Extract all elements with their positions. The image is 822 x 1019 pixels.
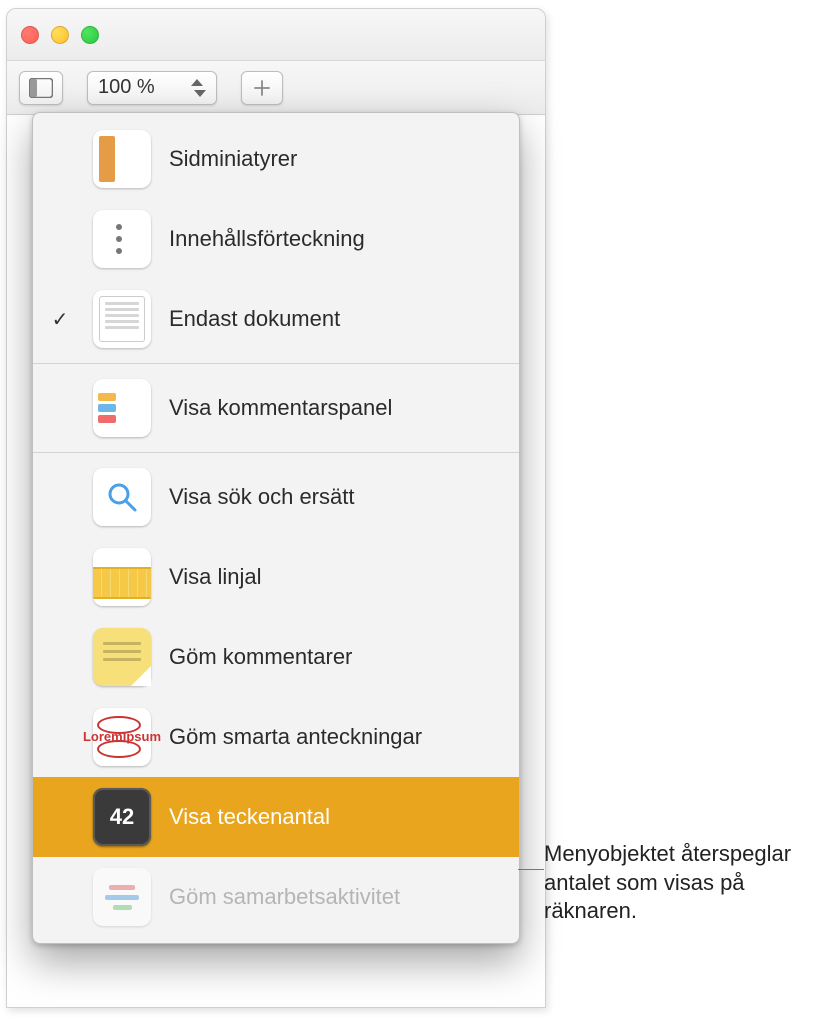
menu-item-show-ruler[interactable]: Visa linjal <box>33 537 519 617</box>
menu-item-hide-comments[interactable]: Göm kommentarer <box>33 617 519 697</box>
menu-separator <box>33 452 519 453</box>
page-thumbnails-icon <box>93 130 151 188</box>
window-traffic-lights <box>21 26 99 44</box>
menu-item-label: Visa linjal <box>169 564 501 590</box>
menu-item-label: Göm kommentarer <box>169 644 501 670</box>
menu-item-label: Göm smarta anteckningar <box>169 724 501 750</box>
menu-separator <box>33 363 519 364</box>
close-window-button[interactable] <box>21 26 39 44</box>
smart-annotations-icon: Lorem Ipsum <box>93 708 151 766</box>
window-titlebar <box>7 9 545 61</box>
comments-panel-icon <box>93 379 151 437</box>
menu-item-label: Visa sök och ersätt <box>169 484 501 510</box>
menu-item-hide-collaboration-activity: Göm samarbetsaktivitet <box>33 857 519 937</box>
menu-item-show-character-count[interactable]: 42 Visa teckenantal <box>33 777 519 857</box>
menu-item-label: Göm samarbetsaktivitet <box>169 884 501 910</box>
add-page-button[interactable] <box>241 71 283 105</box>
select-chevrons-icon <box>188 79 206 97</box>
menu-item-table-of-contents[interactable]: Innehållsförteckning <box>33 199 519 279</box>
menu-item-hide-smart-annotations[interactable]: Lorem Ipsum Göm smarta anteckningar <box>33 697 519 777</box>
ruler-icon <box>93 548 151 606</box>
menu-item-label: Innehållsförteckning <box>169 226 501 252</box>
zoom-window-button[interactable] <box>81 26 99 44</box>
menu-item-label: Visa kommentarspanel <box>169 395 501 421</box>
collaboration-activity-icon <box>93 868 151 926</box>
menu-item-label: Visa teckenantal <box>169 804 501 830</box>
zoom-value: 100 % <box>98 76 155 99</box>
menu-item-page-thumbnails[interactable]: Sidminiatyrer <box>33 119 519 199</box>
view-menu-popover: Sidminiatyrer Innehållsförteckning ✓ End… <box>32 112 520 944</box>
menu-item-show-comments-panel[interactable]: Visa kommentarspanel <box>33 368 519 448</box>
plus-icon <box>252 78 272 98</box>
callout-text: Menyobjektet återspeglar antalet som vis… <box>544 840 804 926</box>
toolbar: 100 % <box>7 61 545 115</box>
sticky-note-icon <box>93 628 151 686</box>
table-of-contents-icon <box>93 210 151 268</box>
menu-item-label: Endast dokument <box>169 306 501 332</box>
zoom-select[interactable]: 100 % <box>87 71 217 105</box>
callout-leader-line <box>518 869 544 870</box>
search-icon <box>93 468 151 526</box>
menu-item-label: Sidminiatyrer <box>169 146 501 172</box>
sidebar-icon <box>29 78 53 98</box>
checkmark-icon: ✓ <box>45 307 75 332</box>
character-count-icon: 42 <box>93 788 151 846</box>
minimize-window-button[interactable] <box>51 26 69 44</box>
view-menu-button[interactable] <box>19 71 63 105</box>
document-only-icon <box>93 290 151 348</box>
menu-item-document-only[interactable]: ✓ Endast dokument <box>33 279 519 359</box>
menu-item-show-find-replace[interactable]: Visa sök och ersätt <box>33 457 519 537</box>
count-badge-value: 42 <box>110 804 134 830</box>
